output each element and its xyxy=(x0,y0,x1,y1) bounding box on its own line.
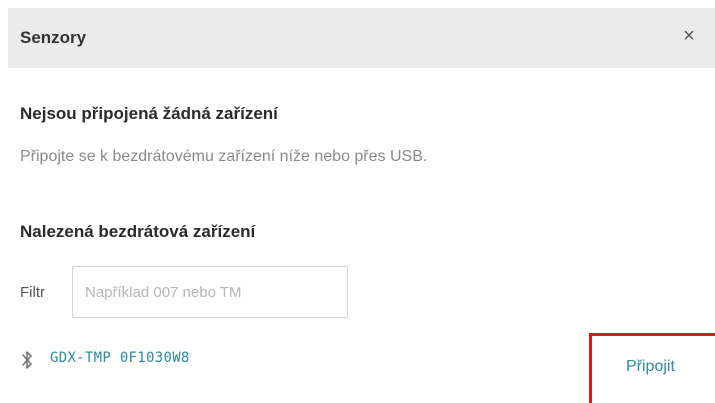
device-list-item: GDX-TMP 0F1030W8 xyxy=(20,348,580,372)
filter-input[interactable] xyxy=(72,266,348,318)
sensors-dialog: Senzory × Nejsou připojená žádná zařízen… xyxy=(0,0,715,403)
no-devices-heading: Nejsou připojená žádná zařízení xyxy=(20,104,278,123)
close-button[interactable]: × xyxy=(677,24,701,48)
dialog-title: Senzory xyxy=(20,28,87,47)
connect-button[interactable]: Připojit xyxy=(589,333,715,403)
dialog-header: Senzory × xyxy=(8,8,715,68)
connect-button-label: Připojit xyxy=(626,358,675,375)
found-devices-heading: Nalezená bezdrátová zařízení xyxy=(20,222,256,241)
no-devices-description: Připojte se k bezdrátovému zařízení níže… xyxy=(20,148,428,165)
bluetooth-icon xyxy=(22,351,32,369)
filter-label: Filtr xyxy=(20,284,45,301)
device-name: GDX-TMP 0F1030W8 xyxy=(50,350,190,366)
